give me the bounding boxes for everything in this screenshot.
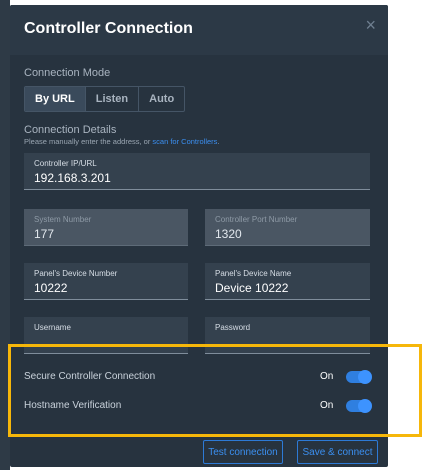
panel-device-name-label: Panel's Device Name bbox=[215, 269, 292, 278]
connection-mode-label: Connection Mode bbox=[24, 67, 111, 79]
toggle-knob bbox=[358, 370, 372, 384]
controller-ip-field[interactable]: Controller IP/URL 192.168.3.201 bbox=[24, 153, 370, 190]
panel-device-name-value: Device 10222 bbox=[215, 281, 289, 295]
hostname-verification-row: Hostname Verification On bbox=[24, 397, 374, 417]
connection-details-hint: Please manually enter the address, or sc… bbox=[24, 137, 220, 146]
password-field[interactable]: Password bbox=[205, 317, 370, 354]
panel-device-name-field[interactable]: Panel's Device Name Device 10222 bbox=[205, 263, 370, 300]
secure-connection-toggle[interactable] bbox=[346, 370, 372, 384]
connection-mode-selector: By URL Listen Auto bbox=[24, 86, 186, 112]
dialog-title: Controller Connection bbox=[24, 20, 193, 37]
hostname-verification-state: On bbox=[320, 400, 334, 411]
mode-option-by-url[interactable]: By URL bbox=[25, 87, 86, 111]
password-label: Password bbox=[215, 323, 251, 332]
controller-port-label: Controller Port Number bbox=[215, 215, 298, 224]
controller-connection-dialog: Controller Connection × Connection Mode … bbox=[10, 5, 388, 467]
scan-for-controllers-link[interactable]: scan for Controllers bbox=[152, 137, 217, 146]
username-label: Username bbox=[34, 323, 71, 332]
close-icon[interactable]: × bbox=[365, 15, 376, 36]
hostname-verification-toggle[interactable] bbox=[346, 399, 372, 413]
controller-ip-value: 192.168.3.201 bbox=[34, 171, 111, 185]
mode-option-listen[interactable]: Listen bbox=[86, 87, 140, 111]
mode-option-auto[interactable]: Auto bbox=[139, 87, 184, 111]
secure-connection-row: Secure Controller Connection On bbox=[24, 368, 374, 388]
controller-port-value: 1320 bbox=[215, 227, 242, 241]
dialog-header: Controller Connection × bbox=[10, 5, 388, 55]
controller-port-field: Controller Port Number 1320 bbox=[205, 209, 370, 246]
secure-connection-state: On bbox=[320, 371, 334, 382]
background-app-edge bbox=[0, 0, 10, 470]
username-field[interactable]: Username bbox=[24, 317, 188, 354]
hint-text: Please manually enter the address, or bbox=[24, 137, 153, 146]
hint-suffix: . bbox=[217, 137, 220, 146]
system-number-value: 177 bbox=[34, 227, 55, 241]
save-and-connect-button[interactable]: Save & connect bbox=[297, 440, 378, 464]
panel-device-number-label: Panel's Device Number bbox=[34, 269, 118, 278]
panel-device-number-field[interactable]: Panel's Device Number 10222 bbox=[24, 263, 188, 300]
connection-details-label: Connection Details bbox=[24, 124, 117, 136]
system-number-field: System Number 177 bbox=[24, 209, 188, 246]
hostname-verification-label: Hostname Verification bbox=[24, 400, 122, 411]
system-number-label: System Number bbox=[34, 215, 92, 224]
toggle-knob bbox=[358, 399, 372, 413]
secure-connection-label: Secure Controller Connection bbox=[24, 371, 156, 382]
test-connection-button[interactable]: Test connection bbox=[203, 440, 283, 464]
controller-ip-label: Controller IP/URL bbox=[34, 159, 97, 168]
panel-device-number-value: 10222 bbox=[34, 281, 68, 295]
